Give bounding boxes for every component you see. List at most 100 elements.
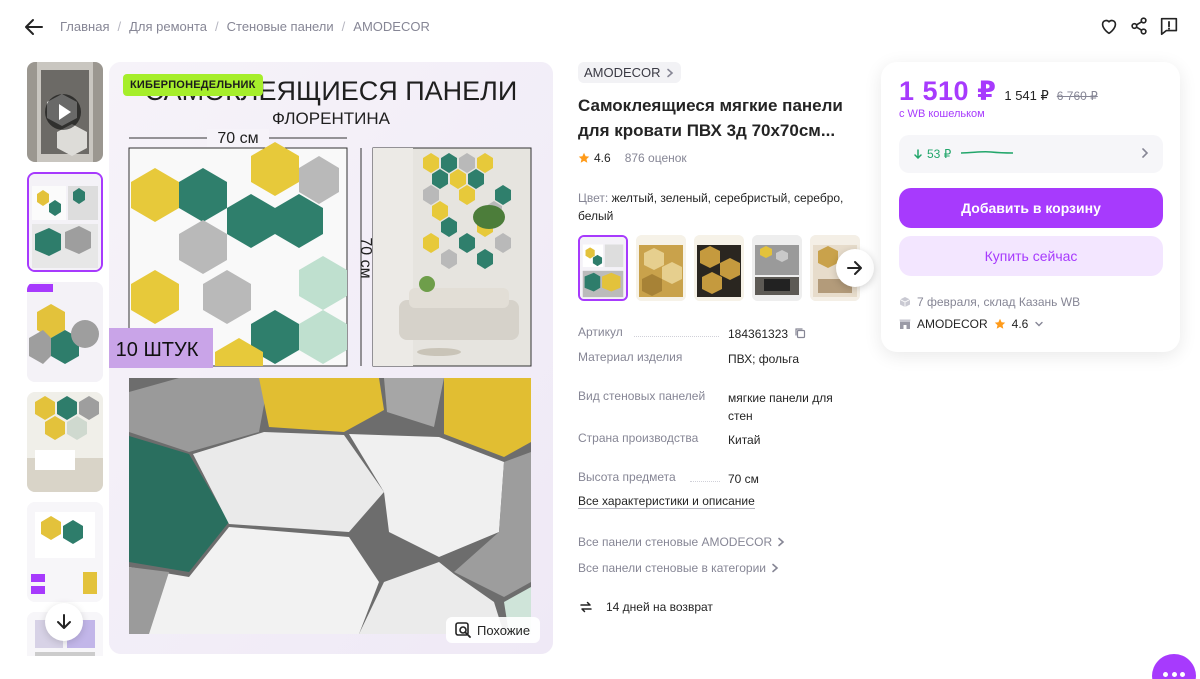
top-bar: Главная / Для ремонта / Стеновые панели …	[0, 0, 1200, 54]
brand-chip[interactable]: AMODECOR	[578, 62, 681, 83]
color-line: Цвет: желтый, зеленый, серебристый, сере…	[578, 189, 858, 225]
chat-icon-dot	[1171, 672, 1177, 677]
thumbnails-scroll-down-button[interactable]	[45, 603, 83, 641]
add-to-cart-button[interactable]: Добавить в корзину	[899, 188, 1163, 228]
variant-option-black-gold[interactable]	[694, 235, 744, 301]
copy-icon[interactable]	[794, 327, 806, 339]
spec-dots	[634, 336, 719, 337]
chevron-right-icon	[778, 537, 785, 547]
breadcrumb-separator: /	[215, 19, 219, 34]
buy-now-button[interactable]: Купить сейчас	[899, 236, 1163, 276]
arrow-down-icon	[914, 149, 922, 159]
image-height-label: 70 см	[357, 237, 374, 278]
spec-dots	[690, 481, 720, 482]
thumbnail-sizes[interactable]	[27, 502, 103, 602]
price-history-button[interactable]: 53 ₽	[899, 135, 1163, 173]
color-value: желтый, зеленый, серебристый, серебро, б…	[578, 191, 844, 223]
rating-row: 4.6 876 оценок	[578, 151, 868, 165]
spec-key: Материал изделия	[578, 350, 683, 364]
spec-key: Вид стеновых панелей	[578, 389, 706, 403]
price-drop: 53 ₽	[913, 147, 951, 161]
all-specs-link[interactable]: Все характеристики и описание	[578, 494, 755, 509]
image-width-label: 70 см	[217, 130, 258, 147]
breadcrumb-separator: /	[117, 19, 122, 34]
chevron-right-icon	[772, 563, 779, 573]
spec-value: мягкие панели для стен	[728, 391, 833, 423]
chevron-right-icon	[1142, 148, 1149, 158]
star-icon	[578, 152, 590, 163]
arrow-right-icon	[847, 261, 862, 275]
report-icon[interactable]	[1158, 15, 1180, 37]
search-image-icon	[455, 622, 471, 638]
price-old: 6 760 ₽	[1056, 89, 1098, 103]
price-drop-value: 53 ₽	[927, 147, 952, 161]
chat-icon-dot	[1180, 672, 1185, 677]
return-icon	[580, 601, 592, 613]
breadcrumb-brand[interactable]: AMODECOR	[353, 19, 430, 34]
variants-next-button[interactable]	[836, 249, 874, 287]
variant-picker	[578, 235, 874, 303]
chevron-down-icon	[1035, 321, 1044, 327]
category-panels-label: Все панели стеновые в категории	[578, 561, 767, 575]
spec-value: 184361323	[728, 325, 848, 343]
back-arrow-icon	[25, 19, 43, 35]
breadcrumb-wall-panels[interactable]: Стеновые панели	[227, 19, 334, 34]
thumbnail-main[interactable]	[27, 172, 103, 272]
returns-label: 14 дней на возврат	[606, 600, 713, 614]
main-product-image[interactable]: САМОКЛЕЯЩИЕСЯ ПАНЕЛИ ФЛОРЕНТИНА 70 см 70…	[109, 62, 553, 654]
top-actions	[1098, 15, 1180, 37]
price-wallet: 1 510 ₽	[899, 76, 997, 106]
spec-value: ПВХ; фольга	[728, 352, 800, 366]
play-icon	[45, 94, 81, 130]
brand-panels-label: Все панели стеновые AMODECOR	[578, 535, 773, 549]
variant-option-current[interactable]	[578, 235, 628, 301]
box-icon	[899, 297, 911, 307]
breadcrumb-repair[interactable]: Для ремонта	[129, 19, 207, 34]
heart-icon[interactable]	[1098, 15, 1120, 37]
thumbnail-room[interactable]	[27, 392, 103, 492]
article-number[interactable]: 184361323	[728, 327, 788, 341]
thumbnail-video[interactable]	[27, 62, 103, 162]
buy-box: 1 510 ₽ 1 541 ₽ 6 760 ₽ с WB кошельком 5…	[881, 62, 1180, 352]
variant-option-gray[interactable]	[752, 235, 802, 301]
delivery-label: 7 февраля, склад Казань WB	[917, 295, 1081, 309]
category-panels-link[interactable]: Все панели стеновые в категории	[578, 561, 780, 575]
brand-panels-link[interactable]: Все панели стеновые AMODECOR	[578, 535, 786, 549]
delivery-info: 7 февраля, склад Казань WB	[899, 295, 1080, 309]
spec-value: Китай	[728, 433, 761, 447]
shop-icon	[899, 319, 911, 329]
price-row: 1 510 ₽ 1 541 ₽ 6 760 ₽	[899, 76, 1098, 107]
image-subheadline: ФЛОРЕНТИНА	[272, 109, 391, 128]
breadcrumb-separator: /	[341, 19, 346, 34]
variant-option-gold[interactable]	[636, 235, 686, 301]
seller-name: AMODECOR	[917, 317, 988, 331]
similar-products-label: Похожие	[477, 622, 531, 638]
thumbnail-features[interactable]	[27, 282, 103, 382]
star-icon	[994, 318, 1005, 329]
similar-products-button[interactable]: Похожие	[446, 617, 541, 643]
price-regular: 1 541 ₽	[1004, 88, 1049, 103]
spec-value: 70 см	[728, 472, 759, 486]
reviews-count[interactable]: 876 оценок	[625, 151, 687, 165]
chat-button[interactable]	[1152, 654, 1196, 679]
seller-rating: 4.6	[1011, 317, 1029, 331]
seller-link[interactable]: AMODECOR 4.6	[899, 317, 1044, 331]
back-button[interactable]	[22, 15, 46, 39]
chat-icon-dot	[1163, 672, 1168, 677]
image-count-label: 10 ШТУК	[116, 339, 199, 361]
breadcrumb: Главная / Для ремонта / Стеновые панели …	[60, 19, 430, 34]
promo-badge: КИБЕРПОНЕДЕЛЬНИК	[123, 74, 263, 96]
brand-name: AMODECOR	[584, 65, 661, 80]
product-info: AMODECOR Самоклеящиеся мягкие панели для…	[578, 62, 874, 614]
share-icon[interactable]	[1128, 15, 1150, 37]
color-label: Цвет:	[578, 191, 609, 205]
thumbnail-strip	[27, 62, 103, 656]
rating-value: 4.6	[594, 151, 611, 165]
product-title: Самоклеящиеся мягкие панели для кровати …	[578, 96, 843, 140]
breadcrumb-home[interactable]: Главная	[60, 19, 109, 34]
product-photo: САМОКЛЕЯЩИЕСЯ ПАНЕЛИ ФЛОРЕНТИНА 70 см 70…	[109, 62, 553, 654]
arrow-down-icon	[57, 614, 71, 629]
chevron-right-icon	[666, 68, 673, 77]
spec-key: Страна производства	[578, 431, 699, 445]
wallet-note[interactable]: с WB кошельком	[899, 108, 985, 120]
